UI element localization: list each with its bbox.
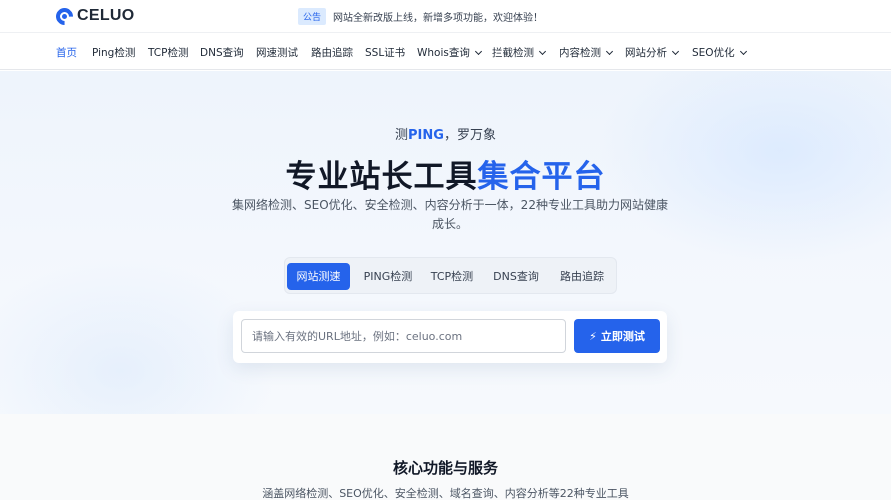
nav-item-site-analysis[interactable]: 网站分析 bbox=[625, 45, 680, 60]
tab-traceroute[interactable]: 路由追踪 bbox=[553, 263, 611, 290]
nav-item-label: DNS查询 bbox=[200, 47, 244, 59]
nav-item-ping[interactable]: Ping检测 bbox=[92, 45, 135, 60]
logo-text: CELUO bbox=[77, 7, 135, 24]
start-test-button[interactable]: ⚡ 立即测试 bbox=[574, 319, 660, 353]
search-panel: ⚡立即测试 bbox=[233, 311, 667, 363]
tagline-prefix: 测 bbox=[395, 128, 409, 143]
nav-item-seo[interactable]: SEO优化 bbox=[692, 45, 747, 60]
url-input[interactable] bbox=[241, 319, 566, 353]
nav-item-content-check[interactable]: 内容检测 bbox=[559, 45, 614, 60]
nav-item-label: 路由追踪 bbox=[311, 47, 353, 59]
nav-item-tcp[interactable]: TCP检测 bbox=[148, 45, 188, 60]
logo-mark-icon bbox=[52, 3, 77, 29]
hero-tagline: 测PING，罗万象 bbox=[0, 124, 891, 143]
main-nav: 首页 Ping检测 TCP检测 DNS查询 网速测试 路由追踪 SSL证书 Wh… bbox=[0, 34, 891, 70]
start-test-label: 立即测试 bbox=[600, 330, 645, 343]
hero-description: 集网络检测、SEO优化、安全检测、内容分析于一体，22种专业工具助力网站健康成长… bbox=[232, 198, 668, 231]
features-subtitle: 涵盖网络检测、SEO优化、安全检测、域名查询、内容分析等22种专业工具 bbox=[262, 487, 629, 500]
nav-item-label: SSL证书 bbox=[365, 47, 406, 59]
nav-item-ssl[interactable]: SSL证书 bbox=[365, 45, 405, 60]
tab-dns[interactable]: DNS查询 bbox=[487, 263, 545, 290]
announcement-text[interactable]: 网站全新改版上线，新增多项功能，欢迎体验！ bbox=[333, 9, 543, 24]
nav-item-label: 首页 bbox=[56, 47, 77, 59]
tab-site-speed[interactable]: 网站测速 bbox=[287, 263, 350, 290]
hero-section: 测PING，罗万象 专业站长工具集合平台 集网络检测、SEO优化、安全检测、内容… bbox=[0, 71, 891, 414]
announcement-badge: 公告 bbox=[298, 8, 327, 25]
chevron-down-icon bbox=[538, 47, 547, 55]
nav-item-home[interactable]: 首页 bbox=[56, 45, 77, 60]
nav-item-label: Ping检测 bbox=[92, 47, 136, 59]
nav-item-label: TCP检测 bbox=[148, 47, 189, 59]
chevron-down-icon bbox=[474, 47, 482, 55]
nav-item-dns[interactable]: DNS查询 bbox=[200, 45, 244, 60]
tagline-highlight: PING bbox=[408, 128, 444, 143]
tab-ping[interactable]: PING检测 bbox=[355, 263, 421, 290]
nav-item-label: SEO优化 bbox=[692, 47, 735, 59]
top-bar: CELUO 公告 网站全新改版上线，新增多项功能，欢迎体验！ bbox=[0, 0, 891, 33]
nav-item-block-check[interactable]: 拦截检测 bbox=[492, 45, 547, 60]
nav-item-speed-test[interactable]: 网速测试 bbox=[256, 45, 298, 60]
site-logo[interactable]: CELUO bbox=[52, 3, 135, 29]
nav-item-label: 网速测试 bbox=[256, 47, 298, 59]
nav-item-label: Whois查询 bbox=[417, 47, 470, 59]
hero-title-main: 专业站长工具 bbox=[285, 159, 478, 195]
chevron-down-icon bbox=[605, 47, 614, 55]
announcement: 公告 网站全新改版上线，新增多项功能，欢迎体验！ bbox=[298, 8, 543, 25]
chevron-down-icon bbox=[739, 47, 747, 55]
features-title: 核心功能与服务 bbox=[392, 459, 498, 477]
nav-item-whois[interactable]: Whois查询 bbox=[417, 45, 482, 60]
hero-title-accent: 集合平台 bbox=[477, 159, 606, 195]
chevron-down-icon bbox=[671, 47, 680, 55]
bolt-icon: ⚡ bbox=[589, 329, 597, 343]
tagline-suffix: ，罗万象 bbox=[443, 128, 496, 143]
tab-tcp[interactable]: TCP检测 bbox=[423, 263, 481, 290]
nav-item-traceroute[interactable]: 路由追踪 bbox=[311, 45, 353, 60]
nav-item-label: 内容检测 bbox=[559, 47, 601, 59]
nav-item-label: 拦截检测 bbox=[492, 47, 534, 59]
tool-tabs: 网站测速 PING检测 TCP检测 DNS查询 路由追踪 bbox=[284, 257, 617, 294]
features-section: 核心功能与服务 涵盖网络检测、SEO优化、安全检测、域名查询、内容分析等22种专… bbox=[0, 414, 891, 500]
nav-item-label: 网站分析 bbox=[625, 47, 667, 59]
hero-title: 专业站长工具集合平台 bbox=[0, 151, 891, 196]
